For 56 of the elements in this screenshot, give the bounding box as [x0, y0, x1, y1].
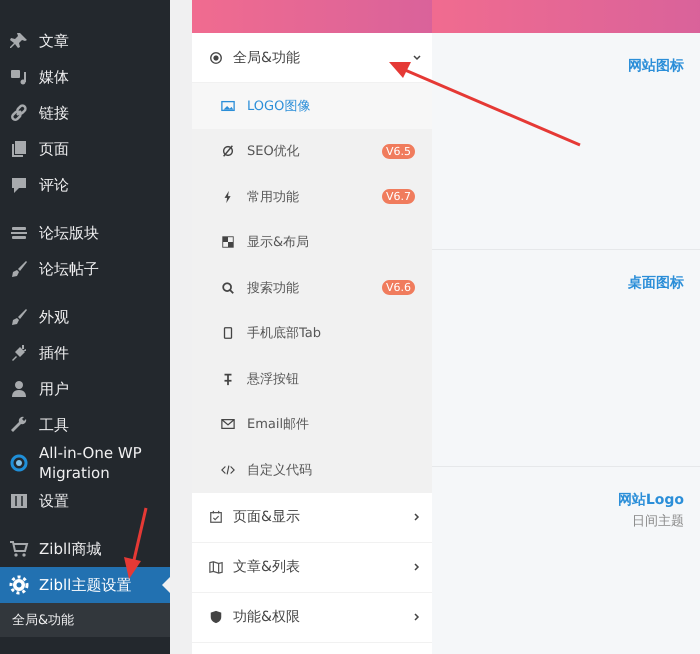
sidebar-item[interactable]: 论坛帖子 [0, 251, 170, 287]
settings-subitem[interactable]: 悬浮按钮 [192, 356, 432, 402]
field-subtitle: 日间主题 [631, 513, 684, 530]
settings-subitem[interactable]: 显示&布局 [192, 220, 432, 265]
image-icon [221, 98, 235, 113]
sidebar-item[interactable]: 设置 [0, 483, 170, 519]
pages-icon [9, 139, 29, 159]
chevron-right-icon [412, 612, 422, 622]
sidebar-item[interactable]: 文章 [0, 23, 170, 59]
media-icon [9, 67, 29, 87]
cart-icon [9, 539, 29, 559]
sidebar-item[interactable]: 用户 [0, 371, 170, 407]
layout-icon [221, 235, 235, 250]
sidebar-item[interactable]: Zibll商城 [0, 531, 170, 567]
version-badge: V6.5 [382, 144, 415, 159]
field-title: 网站图标 [627, 57, 684, 75]
pin-icon [9, 31, 29, 51]
shield-icon [209, 610, 223, 624]
code-icon [221, 462, 235, 477]
sidebar-item[interactable]: 插件 [0, 335, 170, 371]
field-title: 网站Logo [616, 491, 684, 509]
map-icon [209, 560, 223, 574]
sidebar-item[interactable]: 工具 [0, 407, 170, 443]
chevron-right-icon [412, 512, 422, 522]
sidebar-item[interactable]: 论坛版块 [0, 215, 170, 251]
gear-icon [9, 575, 29, 595]
link-icon [9, 103, 29, 123]
sidebar-item[interactable]: 链接 [0, 95, 170, 131]
sidebar-item[interactable]: All-in-One WP Migration [0, 443, 170, 483]
annotation-arrow [124, 508, 148, 579]
sidebar-item[interactable]: Zibll主题设置 [0, 567, 170, 603]
mail-icon [221, 417, 235, 432]
settings-subitem[interactable]: 搜索功能 V6.6 [192, 265, 432, 310]
settings-subitem[interactable]: 常用功能 V6.7 [192, 174, 432, 220]
calendar-icon [209, 510, 223, 524]
sidebar-item[interactable]: 页面 [0, 131, 170, 167]
field-title: 桌面图标 [627, 274, 684, 292]
comment-icon [9, 175, 29, 195]
target-icon [209, 50, 223, 64]
user-icon [9, 379, 29, 399]
chevron-down-icon [412, 52, 422, 62]
settings-subitem[interactable]: SEO优化 V6.5 [192, 128, 432, 174]
brush-icon [9, 307, 29, 327]
settings-subitem[interactable]: Email邮件 [192, 402, 432, 447]
active-pointer-icon [162, 577, 170, 593]
search-icon [221, 280, 235, 295]
sidebar-item[interactable]: 媒体 [0, 59, 170, 95]
settings-subitem[interactable]: 手机底部Tab [192, 310, 432, 356]
wrench-icon [9, 415, 29, 435]
phone-icon [221, 326, 235, 340]
sidebar-item[interactable]: 外观 [0, 299, 170, 335]
settings-subitem[interactable]: 自定义代码 [192, 447, 432, 492]
chevron-right-icon [412, 562, 422, 572]
version-badge: V6.6 [382, 280, 415, 296]
sidebar-item[interactable]: 评论 [0, 167, 170, 203]
version-badge: V6.7 [382, 189, 415, 204]
